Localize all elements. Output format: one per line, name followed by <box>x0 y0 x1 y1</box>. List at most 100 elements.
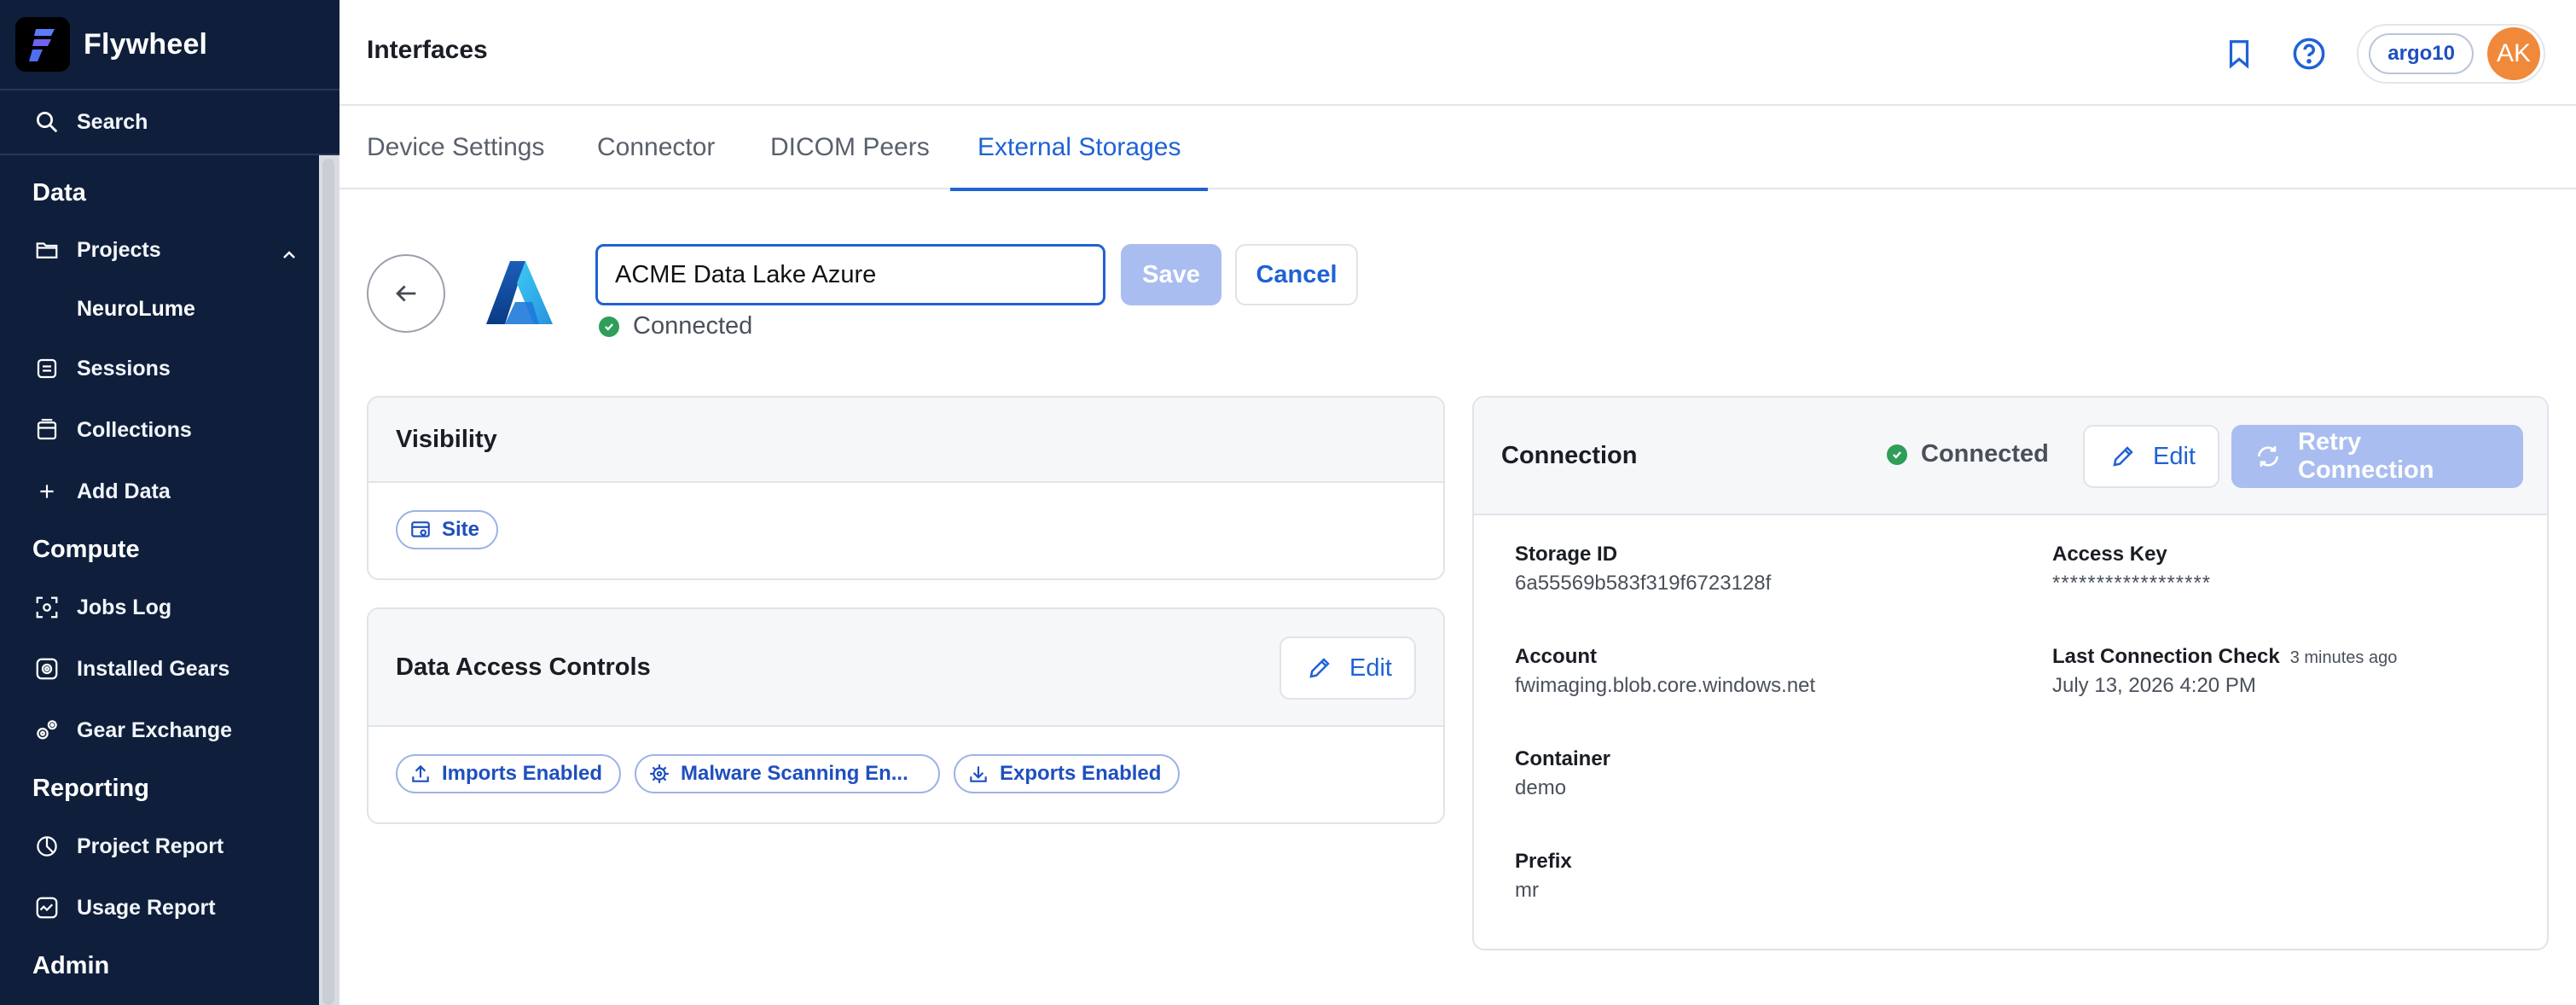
flywheel-logo-icon <box>15 17 70 72</box>
storage-id-label: Storage ID <box>1515 543 1618 566</box>
access-key-label: Access Key <box>2052 543 2167 566</box>
connection-status-text: Connected <box>1921 440 2049 468</box>
back-button[interactable] <box>367 254 445 333</box>
azure-logo-icon <box>484 258 556 329</box>
folder-icon <box>32 235 61 264</box>
user-name-badge: argo10 <box>2369 33 2474 74</box>
sidebar-item-label: Gear Exchange <box>77 717 233 742</box>
sidebar-scrollbar[interactable] <box>322 159 334 1005</box>
chip-malware-scanning[interactable]: Malware Scanning En... <box>635 754 941 793</box>
sidebar: Flywheel Search Data Projects NeuroLume … <box>0 0 339 1005</box>
section-compute: Compute <box>32 535 140 563</box>
connection-status: Connected <box>1887 440 2049 468</box>
last-check-relative: 3 minutes ago <box>2289 648 2398 667</box>
storage-detail: Save Cancel Connected Visibility Site <box>339 191 2576 1005</box>
tab-dicom-peers[interactable]: DICOM Peers <box>770 106 930 189</box>
top-actions: argo10 AK <box>2196 24 2545 84</box>
tab-device-settings[interactable]: Device Settings <box>367 106 544 189</box>
cancel-button[interactable]: Cancel <box>1235 244 1358 305</box>
brand[interactable]: Flywheel <box>0 0 339 90</box>
retry-label: Retry Connection <box>2298 428 2434 484</box>
tab-connector[interactable]: Connector <box>597 106 715 189</box>
gear-exchange-icon <box>32 716 61 745</box>
gear-icon <box>32 654 61 683</box>
avatar: AK <box>2487 27 2540 80</box>
chevron-up-icon[interactable] <box>275 241 304 270</box>
sidebar-item-label: Project Report <box>77 834 224 858</box>
prefix-value: mr <box>1515 879 1539 902</box>
sidebar-item-label: Sessions <box>77 356 171 381</box>
check-circle-icon <box>1887 444 1907 465</box>
sidebar-search[interactable]: Search <box>0 90 339 155</box>
refresh-icon <box>2254 442 2283 471</box>
help-icon[interactable] <box>2282 26 2336 81</box>
chip-exports-enabled[interactable]: Exports Enabled <box>954 754 1181 793</box>
sidebar-item-label: Projects <box>77 237 161 262</box>
interface-tabs: Device Settings Connector DICOM Peers Ex… <box>339 106 2576 191</box>
sidebar-item-collections[interactable]: Collections <box>0 399 339 461</box>
top-bar: Interfaces argo10 AK <box>339 0 2576 106</box>
save-button[interactable]: Save <box>1121 244 1221 305</box>
sidebar-item-jobs-log[interactable]: Jobs Log <box>0 577 339 638</box>
sidebar-item-installed-gears[interactable]: Installed Gears <box>0 638 339 700</box>
edit-label: Edit <box>2153 442 2196 470</box>
access-key-value: ****************** <box>2052 572 2212 595</box>
jobs-log-icon <box>32 593 61 622</box>
search-icon <box>32 107 61 137</box>
sidebar-item-add-data[interactable]: Add Data <box>0 461 339 522</box>
storage-name-input[interactable] <box>595 244 1105 305</box>
container-label: Container <box>1515 747 1611 770</box>
sidebar-item-project-report[interactable]: Project Report <box>0 816 339 877</box>
main-area: Interfaces argo10 AK Device Settings Con… <box>339 0 2576 1005</box>
bug-scan-icon <box>647 761 672 787</box>
section-admin: Admin <box>32 951 110 979</box>
bookmark-icon[interactable] <box>2212 26 2266 81</box>
connection-header: Connection Connected Edit Retry Connecti… <box>1474 398 2547 515</box>
storage-id-value: 6a55569b583f319f6723128f <box>1515 572 1772 595</box>
upload-icon <box>408 761 433 787</box>
chip-label: Exports Enabled <box>1000 762 1162 785</box>
connection-title: Connection <box>1501 441 1638 469</box>
last-check-label: Last Connection Check <box>2052 645 2280 668</box>
sidebar-item-label: Jobs Log <box>77 595 172 619</box>
data-access-controls-card: Data Access Controls Edit Imports Enable… <box>367 607 1445 824</box>
collections-icon <box>32 415 61 444</box>
data-access-controls-title: Data Access Controls <box>396 653 651 681</box>
pencil-icon <box>2109 442 2138 471</box>
chip-imports-enabled[interactable]: Imports Enabled <box>396 754 622 793</box>
section-reporting: Reporting <box>32 774 149 802</box>
app-name: Flywheel <box>84 27 208 61</box>
retry-connection-button[interactable]: Retry Connection <box>2231 425 2523 488</box>
page-title: Interfaces <box>367 36 488 64</box>
pie-chart-icon <box>32 832 61 861</box>
visibility-card: Visibility Site <box>367 396 1445 580</box>
last-check-label-row: Last Connection Check 3 minutes ago <box>2052 645 2397 669</box>
pencil-icon <box>1305 654 1334 683</box>
sidebar-item-label: Collections <box>77 417 192 442</box>
chip-label: Site <box>442 518 480 541</box>
sidebar-item-label: Usage Report <box>77 895 216 920</box>
download-icon <box>966 761 991 787</box>
sidebar-item-gear-exchange[interactable]: Gear Exchange <box>0 700 339 761</box>
last-check-value: July 13, 2026 4:20 PM <box>2052 674 2256 697</box>
sidebar-item-neurolume[interactable]: NeuroLume <box>0 280 339 338</box>
user-menu[interactable]: argo10 AK <box>2357 24 2545 84</box>
sessions-icon <box>32 354 61 383</box>
sidebar-item-usage-report[interactable]: Usage Report <box>0 877 339 938</box>
chip-label: Imports Enabled <box>442 762 603 785</box>
visibility-title: Visibility <box>368 398 1443 483</box>
account-value: fwimaging.blob.core.windows.net <box>1515 674 1816 697</box>
sidebar-item-label: Add Data <box>77 479 171 503</box>
sidebar-item-projects[interactable]: Projects <box>0 220 339 280</box>
access-controls-edit-button[interactable]: Edit <box>1279 636 1416 700</box>
visibility-chip-site[interactable]: Site <box>396 510 499 549</box>
sidebar-item-sessions[interactable]: Sessions <box>0 338 339 399</box>
tab-external-storages[interactable]: External Storages <box>949 106 1210 191</box>
data-access-controls-header: Data Access Controls Edit <box>368 609 1443 727</box>
arrow-left-icon <box>392 279 421 308</box>
plus-icon <box>32 477 61 506</box>
prefix-label: Prefix <box>1515 850 1572 873</box>
sidebar-item-label: Installed Gears <box>77 656 230 681</box>
connection-edit-button[interactable]: Edit <box>2083 425 2219 488</box>
section-data: Data <box>32 178 86 206</box>
